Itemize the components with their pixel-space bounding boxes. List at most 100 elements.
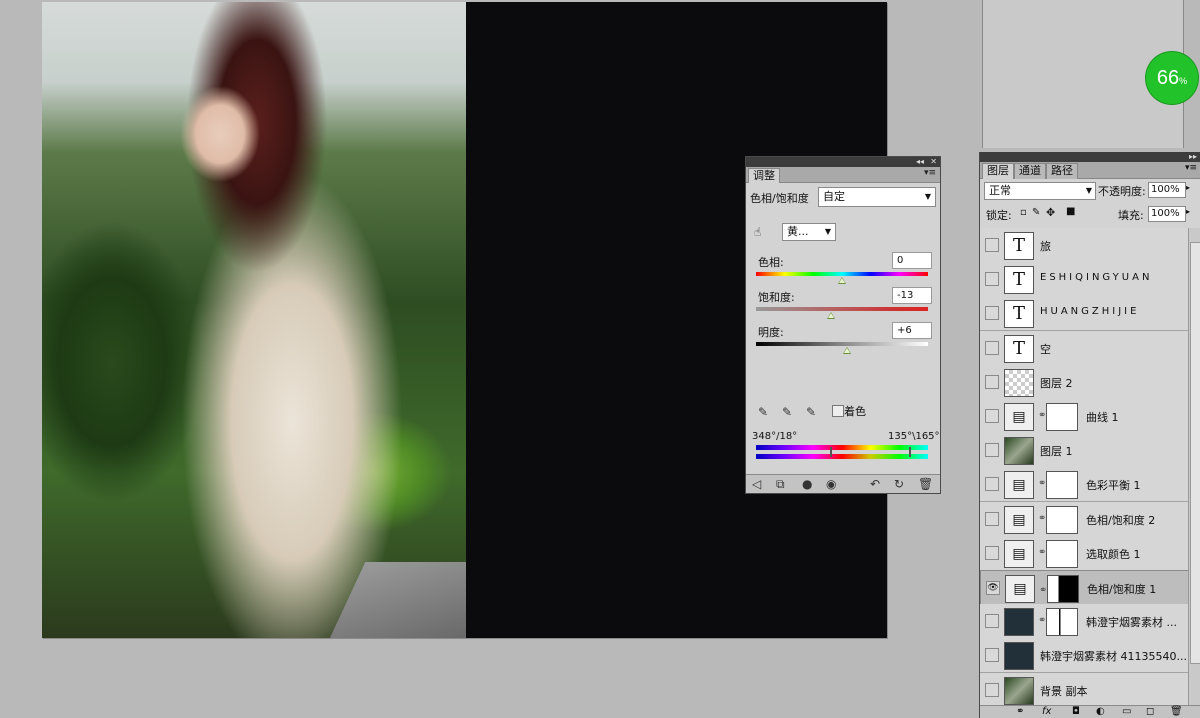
lock-brush-icon[interactable]: ✎	[1032, 207, 1040, 218]
colorize-checkbox[interactable]	[832, 405, 844, 417]
visibility-toggle[interactable]	[985, 546, 999, 560]
layer-row[interactable]: T ESHIQINGYUAN	[980, 262, 1188, 297]
visibility-toggle[interactable]	[985, 614, 999, 628]
adjustment-layer-icon[interactable]: ◐	[1096, 706, 1105, 717]
layer-row[interactable]: T HUANGZHIJIE	[980, 296, 1188, 331]
visibility-toggle[interactable]	[985, 648, 999, 662]
panel-menu-icon[interactable]: ▾≡	[924, 168, 936, 178]
panel-menu-icon[interactable]: ▾≡	[1185, 163, 1197, 173]
layer-row[interactable]: ▤ ⚭ 曲线 1	[980, 399, 1188, 434]
lightness-slider-thumb[interactable]	[843, 347, 852, 354]
previous-state-icon[interactable]: ↶	[870, 477, 880, 491]
adjustment-layer-icon[interactable]: ▤	[1004, 403, 1034, 431]
back-icon[interactable]: ◁	[752, 477, 761, 491]
visibility-icon[interactable]: ◉	[826, 477, 836, 491]
visibility-toggle[interactable]	[985, 306, 999, 320]
preset-select[interactable]: 自定 ▼	[818, 187, 936, 207]
trash-icon[interactable]: 🗑	[918, 477, 933, 491]
opacity-arrow-icon[interactable]: ▸	[1186, 183, 1190, 192]
layer-mask-thumbnail[interactable]	[1046, 506, 1078, 534]
layer-row[interactable]: 图层 2	[980, 365, 1188, 400]
adjustment-layer-icon[interactable]: ▤	[1004, 506, 1034, 534]
text-layer-icon[interactable]: T	[1004, 300, 1034, 328]
visibility-toggle[interactable]	[985, 341, 999, 355]
clip-layer-icon[interactable]: ●	[802, 477, 812, 491]
text-layer-icon[interactable]: T	[1004, 266, 1034, 294]
saturation-slider-thumb[interactable]	[826, 312, 835, 319]
adjustments-panel[interactable]: ◂◂ ✕ 调整 ▾≡ 色相/饱和度 自定 ▼ ☝ 黄... ▼ 色相: 0 饱和…	[745, 156, 941, 494]
hue-input[interactable]: 0	[892, 252, 932, 269]
layer-row[interactable]: 韩澄宇烟雾素材 41135540...	[980, 638, 1188, 673]
mask-icon[interactable]: ◘	[1072, 706, 1080, 717]
link-icon[interactable]: ⚭	[1016, 706, 1024, 717]
lightness-slider-track[interactable]	[756, 342, 928, 346]
lightness-input[interactable]: +6	[892, 322, 932, 339]
text-layer-icon[interactable]: T	[1004, 232, 1034, 260]
group-icon[interactable]: ▭	[1122, 706, 1131, 717]
saturation-slider-track[interactable]	[756, 307, 928, 311]
eyedropper-plus-icon[interactable]: ✎	[782, 405, 792, 419]
new-layer-icon[interactable]: ◻	[1146, 706, 1154, 717]
visibility-toggle[interactable]	[985, 443, 999, 457]
layer-row[interactable]: T空	[980, 331, 1188, 366]
tab-paths[interactable]: 路径	[1046, 163, 1078, 179]
range-handle-left[interactable]	[830, 447, 832, 457]
layer-row[interactable]: T旅	[980, 228, 1188, 263]
tab-channels[interactable]: 通道	[1014, 163, 1046, 179]
fx-icon[interactable]: fx	[1042, 706, 1051, 717]
layer-thumbnail[interactable]	[1004, 608, 1034, 636]
layers-titlebar[interactable]: ▸▸	[980, 152, 1200, 162]
layer-mask-thumbnail[interactable]	[1046, 471, 1078, 499]
collapse-icon[interactable]: ◂◂	[916, 157, 924, 167]
hue-slider-thumb[interactable]	[838, 277, 846, 284]
visibility-toggle[interactable]	[985, 409, 999, 423]
layer-row[interactable]: 图层 1	[980, 433, 1188, 468]
layer-mask-thumbnail[interactable]	[1046, 540, 1078, 568]
layers-panel[interactable]: ▸▸ 图层 通道 路径 ▾≡ 正常 ▼ 不透明度: 100% ▸ 锁定: ▫ ✎…	[979, 152, 1200, 718]
layer-mask-thumbnail[interactable]	[1046, 608, 1078, 636]
targeted-adjustment-hand-icon[interactable]: ☝	[754, 225, 761, 239]
fill-input[interactable]: 100%	[1148, 206, 1186, 222]
layer-mask-thumbnail[interactable]	[1047, 575, 1079, 603]
visibility-toggle[interactable]	[985, 512, 999, 526]
collapse-icon[interactable]: ▸▸	[1189, 152, 1197, 162]
visibility-toggle[interactable]	[985, 477, 999, 491]
adjustments-titlebar[interactable]: ◂◂ ✕	[746, 157, 940, 167]
eyedropper-icon[interactable]: ✎	[758, 405, 768, 419]
eye-icon[interactable]: 👁	[986, 581, 1000, 595]
text-layer-icon[interactable]: T	[1004, 335, 1034, 363]
layer-thumbnail[interactable]	[1004, 369, 1034, 397]
lock-move-icon[interactable]: ✥	[1046, 206, 1055, 219]
lock-all-icon[interactable]: ■	[1066, 206, 1075, 217]
layer-thumbnail[interactable]	[1004, 437, 1034, 465]
eyedropper-minus-icon[interactable]: ✎	[806, 405, 816, 419]
visibility-toggle[interactable]	[985, 683, 999, 697]
layer-thumbnail[interactable]	[1004, 677, 1034, 705]
layer-row[interactable]: ▤ ⚭ 选取颜色 1	[980, 536, 1188, 571]
layer-row[interactable]: ▤ ⚭ 色彩平衡 1	[980, 467, 1188, 502]
opacity-input[interactable]: 100%	[1148, 182, 1186, 198]
scrollbar-thumb[interactable]	[1190, 242, 1200, 664]
layer-thumbnail[interactable]	[1004, 642, 1034, 670]
close-icon[interactable]: ✕	[930, 157, 937, 167]
adjustment-layer-icon[interactable]: ▤	[1004, 540, 1034, 568]
layer-mask-thumbnail[interactable]	[1046, 403, 1078, 431]
visibility-toggle[interactable]	[985, 272, 999, 286]
range-handle-right[interactable]	[909, 447, 911, 457]
visibility-toggle[interactable]	[985, 238, 999, 252]
lock-transparent-icon[interactable]: ▫	[1020, 207, 1027, 218]
hue-slider-track[interactable]	[756, 272, 928, 276]
tab-adjustments[interactable]: 调整	[748, 168, 780, 183]
layers-scrollbar[interactable]	[1188, 228, 1200, 706]
visibility-toggle[interactable]	[985, 375, 999, 389]
blend-mode-select[interactable]: 正常 ▼	[984, 182, 1096, 200]
adjustment-layer-icon[interactable]: ▤	[1004, 471, 1034, 499]
layers-list[interactable]: T 旅 T ESHIQINGYUAN T HUANGZHIJIE T 空图层 2 ▤ ⚭ 曲线 1图…	[980, 228, 1188, 706]
reset-icon[interactable]: ↻	[894, 477, 904, 491]
layer-row[interactable]: ▤ ⚭ 色相/饱和度 2	[980, 502, 1188, 537]
trash-icon[interactable]: 🗑	[1170, 706, 1183, 717]
channel-select[interactable]: 黄... ▼	[782, 223, 836, 241]
layer-row[interactable]: ⚭ 韩澄宇烟雾素材 ...	[980, 604, 1188, 639]
saturation-input[interactable]: -13	[892, 287, 932, 304]
layer-row[interactable]: 背景 副本	[980, 673, 1188, 706]
